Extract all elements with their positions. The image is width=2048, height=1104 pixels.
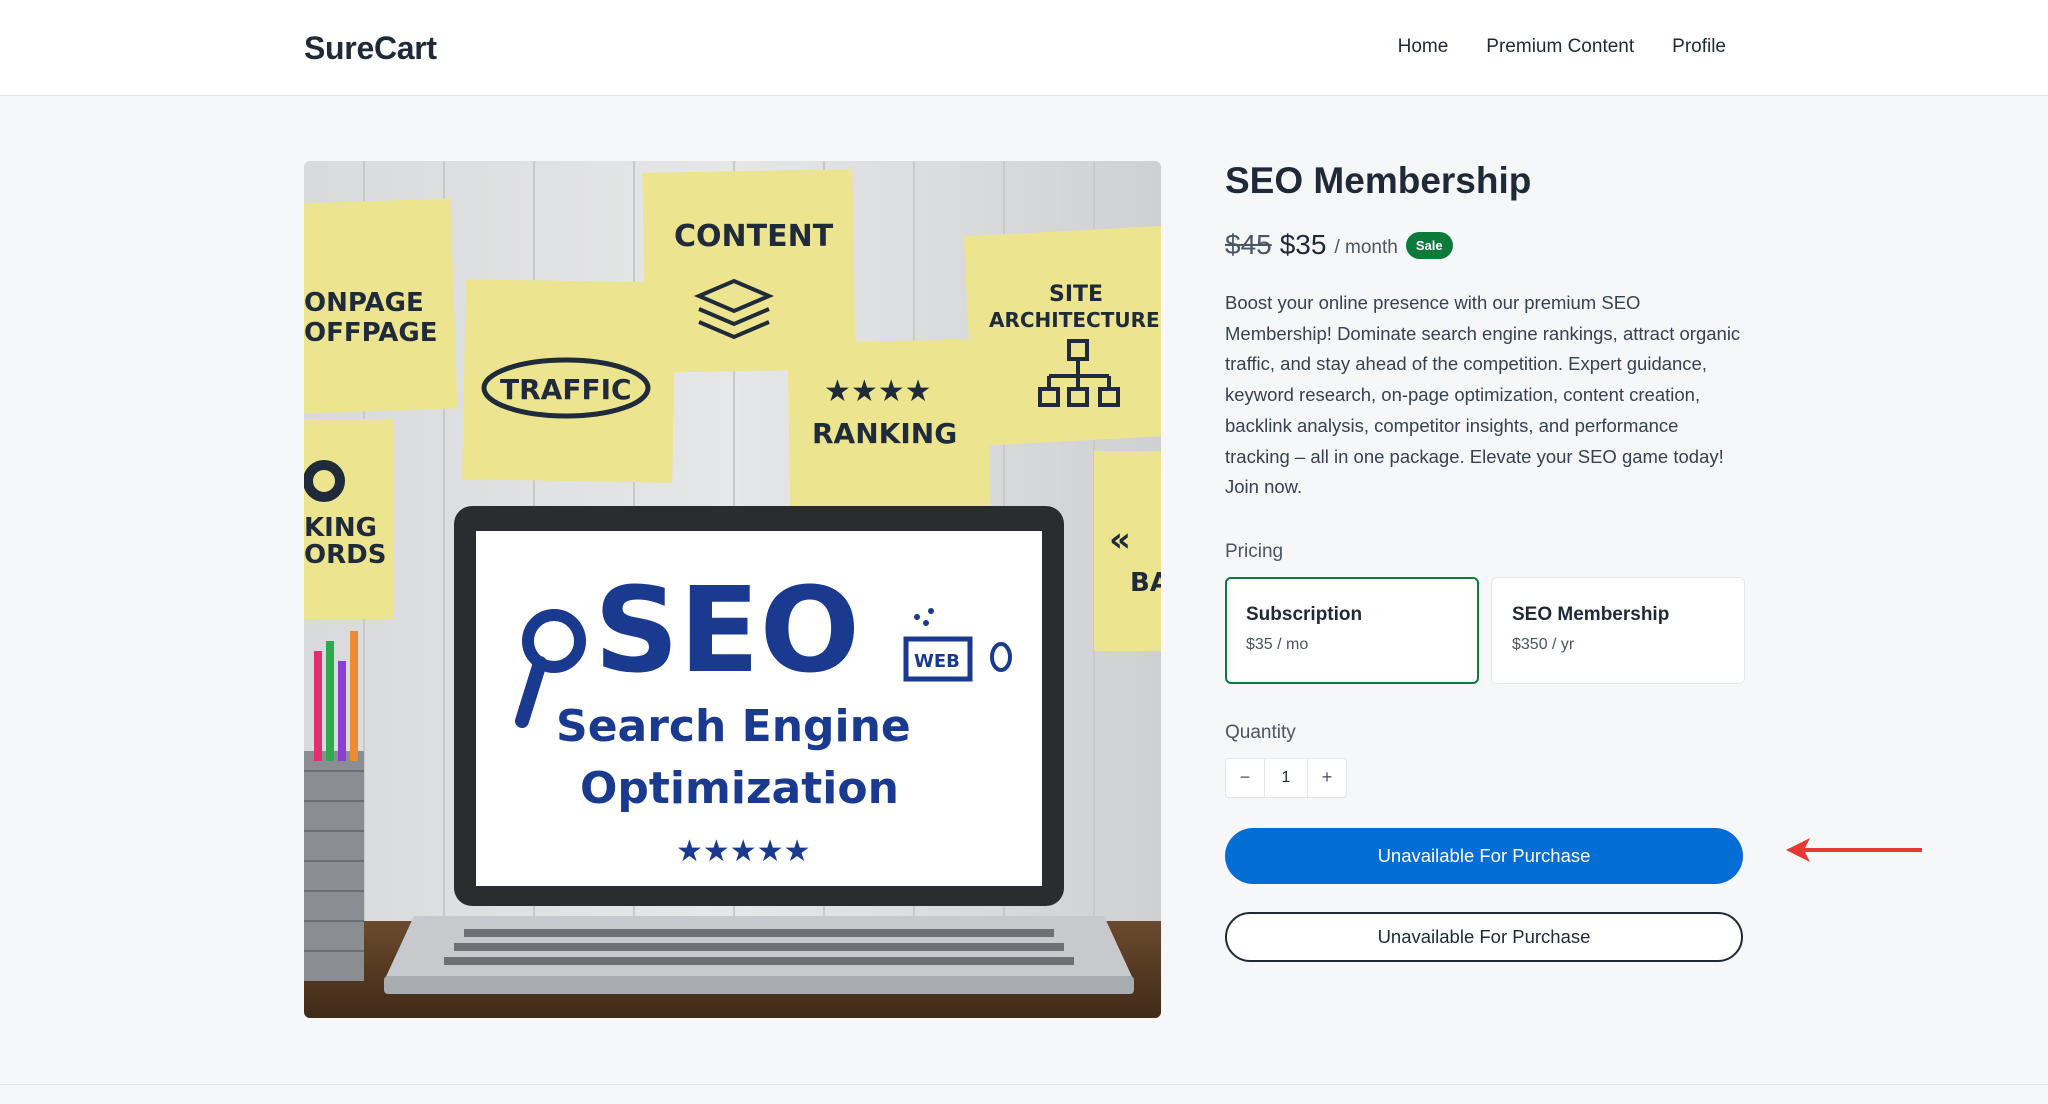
note-architecture: ARCHITECTURE bbox=[989, 308, 1160, 332]
quantity-label: Quantity bbox=[1225, 721, 1296, 743]
quantity-stepper: − 1 + bbox=[1225, 757, 1347, 798]
site-logo[interactable]: SureCart bbox=[304, 30, 437, 67]
price-option-amount: $350 / yr bbox=[1512, 635, 1575, 653]
quantity-increment-button[interactable]: + bbox=[1308, 759, 1346, 797]
sale-badge: Sale bbox=[1405, 231, 1453, 259]
quantity-decrement-button[interactable]: − bbox=[1226, 759, 1264, 797]
price-row: $45 $35 / month Sale bbox=[1225, 228, 1745, 262]
note-offpage: OFFPAGE bbox=[304, 318, 438, 348]
pricing-options: Subscription $35 / mo SEO Membership $35… bbox=[1225, 576, 1745, 684]
original-price: $45 bbox=[1225, 229, 1272, 260]
product-title: SEO Membership bbox=[1225, 160, 1532, 201]
nav-home[interactable]: Home bbox=[1398, 36, 1449, 58]
nav-profile[interactable]: Profile bbox=[1672, 36, 1726, 58]
main-nav: Home Premium Content Profile bbox=[1398, 36, 1726, 58]
sale-price: $35 bbox=[1279, 229, 1327, 260]
nav-premium-content[interactable]: Premium Content bbox=[1486, 36, 1634, 58]
screen-subtitle-2: Optimization bbox=[580, 763, 899, 814]
svg-text:★★★★: ★★★★ bbox=[824, 374, 932, 409]
note-onpage: ONPAGE bbox=[304, 288, 424, 318]
purchase-button[interactable]: Unavailable For Purchase bbox=[1225, 827, 1743, 884]
secondary-purchase-button[interactable]: Unavailable For Purchase bbox=[1225, 911, 1743, 962]
screen-subtitle-1: Search Engine bbox=[556, 701, 911, 752]
note-site: SITE bbox=[1049, 282, 1103, 307]
price-option-amount: $35 / mo bbox=[1246, 635, 1309, 653]
footer-divider bbox=[0, 1084, 2048, 1085]
screen-web-label: WEB bbox=[914, 651, 960, 672]
svg-text:«: « bbox=[1109, 520, 1131, 560]
quantity-input[interactable]: 1 bbox=[1264, 758, 1308, 797]
pricing-label: Pricing bbox=[1225, 540, 1284, 562]
screen-seo-title: SEO bbox=[594, 561, 860, 699]
note-king: KING bbox=[304, 513, 377, 543]
billing-period: / month bbox=[1334, 237, 1398, 258]
note-ords: ORDS bbox=[304, 540, 386, 570]
site-header: SureCart Home Premium Content Profile bbox=[0, 0, 2048, 96]
price-option-subscription[interactable]: Subscription $35 / mo bbox=[1225, 576, 1479, 684]
product-description: Boost your online presence with our prem… bbox=[1225, 292, 1741, 498]
note-ba: BA bbox=[1130, 568, 1161, 598]
price-option-name: SEO Membership bbox=[1512, 603, 1670, 625]
price-option-seo-membership[interactable]: SEO Membership $350 / yr bbox=[1491, 576, 1745, 684]
price-option-name: Subscription bbox=[1246, 603, 1363, 625]
annotation-arrow-icon bbox=[1786, 838, 1922, 862]
note-ranking: RANKING bbox=[812, 417, 957, 450]
product-info: SEO Membership $45 $35 / month Sale Boos… bbox=[1225, 160, 1745, 962]
svg-text:★★★★★: ★★★★★ bbox=[676, 834, 810, 869]
note-content: CONTENT bbox=[674, 219, 834, 254]
note-traffic: TRAFFIC bbox=[500, 373, 632, 406]
product-image: CONTENT ONPAGE OFFPAGE TRAFFIC ★★★★ RANK… bbox=[304, 161, 1161, 1018]
